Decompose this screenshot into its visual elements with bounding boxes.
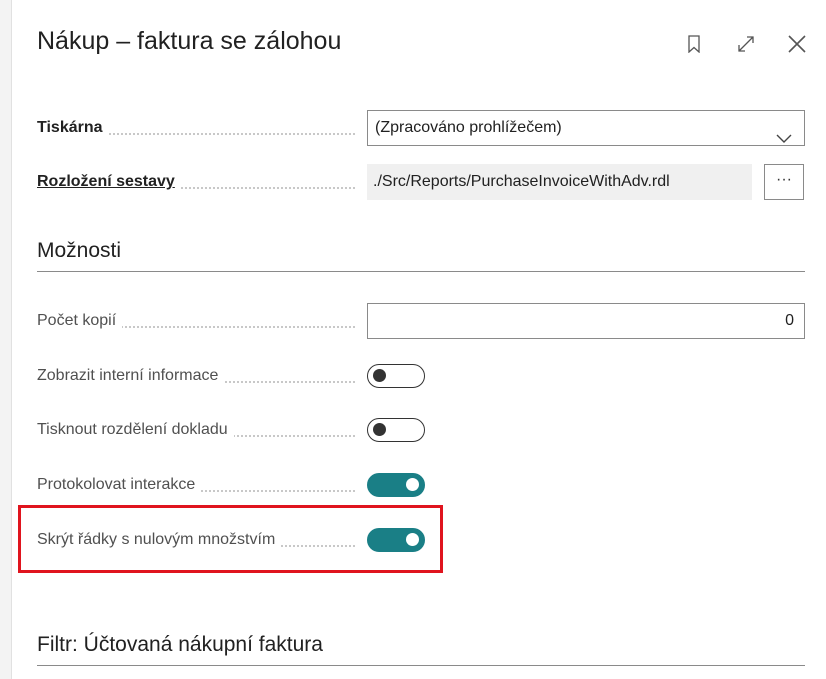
expand-icon[interactable]	[735, 32, 757, 56]
copies-input[interactable]: 0	[367, 303, 805, 339]
layout-value: ./Src/Reports/PurchaseInvoiceWithAdv.rdl	[367, 164, 752, 200]
section-divider	[37, 271, 805, 272]
printer-select[interactable]: (Zpracováno prohlížečem)	[367, 110, 805, 146]
layout-label-link[interactable]: Rozložení sestavy	[37, 164, 181, 200]
left-panel-edge	[0, 0, 12, 679]
printer-value: (Zpracováno prohlížečem)	[375, 119, 562, 136]
log-interaction-toggle[interactable]	[367, 473, 425, 497]
print-split-row: Tisknout rozdělení dokladu	[37, 412, 805, 448]
dialog-title: Nákup – faktura se zálohou	[37, 27, 342, 55]
layout-row: Rozložení sestavy ./Src/Reports/Purchase…	[37, 164, 805, 200]
hide-zero-lines-label: Skrýt řádky s nulovým množstvím	[37, 522, 282, 558]
layout-more-button[interactable]: ···	[764, 164, 804, 200]
filter-section-title: Filtr: Účtovaná nákupní faktura	[37, 633, 323, 656]
show-internal-toggle[interactable]	[367, 364, 425, 388]
printer-row: Tiskárna (Zpracováno prohlížečem)	[37, 110, 805, 146]
show-internal-row: Zobrazit interní informace	[37, 358, 805, 394]
copies-row: Počet kopií 0	[37, 303, 805, 339]
printer-label: Tiskárna	[37, 110, 109, 146]
log-interaction-row: Protokolovat interakce	[37, 467, 805, 503]
bookmark-icon[interactable]	[683, 32, 705, 56]
copies-label: Počet kopií	[37, 303, 123, 339]
toggle-knob	[373, 369, 386, 382]
print-split-label: Tisknout rozdělení dokladu	[37, 412, 234, 448]
log-interaction-label: Protokolovat interakce	[37, 467, 202, 503]
print-split-toggle[interactable]	[367, 418, 425, 442]
section-divider	[37, 665, 805, 666]
chevron-down-icon	[776, 123, 792, 157]
toggle-knob	[373, 423, 386, 436]
options-section-title: Možnosti	[37, 239, 122, 262]
close-icon[interactable]	[786, 32, 808, 56]
show-internal-label: Zobrazit interní informace	[37, 358, 225, 394]
toggle-knob	[406, 478, 419, 491]
